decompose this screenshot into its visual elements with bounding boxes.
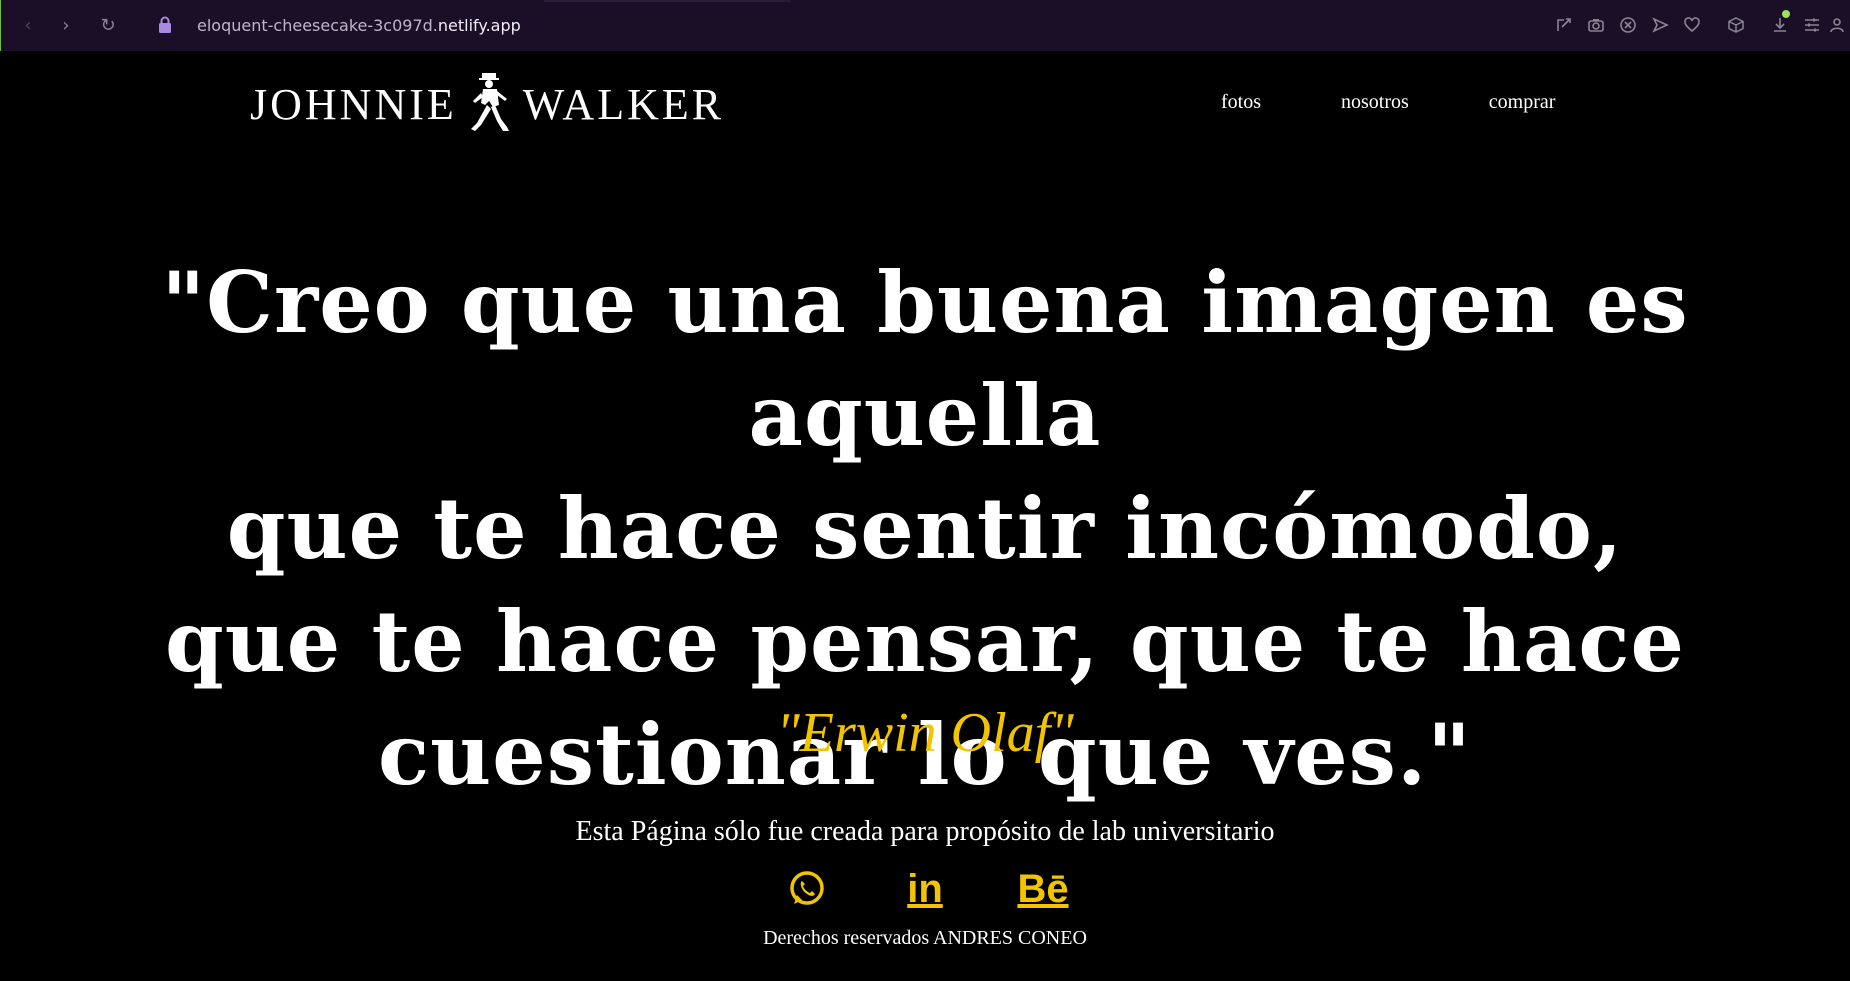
shield-icon[interactable] [1612,12,1644,38]
address-bar[interactable]: eloquent-cheesecake-3c097d.netlify.app [197,16,521,35]
copyright: Derechos reservados ANDRES CONEO [763,927,1087,949]
profile-icon[interactable] [1828,12,1850,38]
chevron-right-icon: › [62,14,70,36]
social-links: in Bē [785,867,1139,911]
tab-indicator [544,0,790,2]
linkedin-icon[interactable]: in [903,867,947,911]
share-icon[interactable] [1548,12,1580,38]
footer-note: Esta Página sólo fue creada para propósi… [575,816,1275,847]
url-path: eloquent-cheesecake-3c097d. [197,16,438,35]
nav-link-nosotros[interactable]: nosotros [1341,91,1409,114]
nav-link-fotos[interactable]: fotos [1221,91,1261,114]
download-badge [1782,10,1790,18]
whatsapp-icon[interactable] [785,867,829,911]
back-button[interactable]: ‹ [17,14,39,36]
main-nav: fotos nosotros comprar [1221,91,1635,114]
logo-word-walker: WALKER [522,79,725,129]
sliders-icon[interactable] [1796,12,1828,38]
url-host: netlify.app [437,16,521,35]
striding-man-icon [470,73,509,131]
heart-icon[interactable] [1676,12,1708,38]
forward-button[interactable]: › [55,14,77,36]
quote-author: "Erwin Olaf" [776,702,1074,764]
send-icon[interactable] [1644,12,1676,38]
nav-link-comprar[interactable]: comprar [1489,91,1556,114]
reload-icon: ↻ [100,14,116,36]
reload-button[interactable]: ↻ [97,14,119,36]
behance-icon[interactable]: Bē [1017,867,1068,911]
browser-tools [1548,10,1850,38]
quote-line-3: que te hace pensar, que te hace [165,592,1685,691]
page: JOHNNIE WALKER fotos nosotros comprar "C… [0,51,1850,981]
browser-toolbar: ‹ › ↻ eloquent-cheesecake-3c097d.netlify… [0,0,1850,51]
logo-word-johnnie: JOHNNIE [250,79,457,129]
chevron-left-icon: ‹ [24,14,32,36]
quote-line-1: "Creo que una buena imagen es aquella [161,253,1689,465]
cube-icon[interactable] [1720,12,1752,38]
brand-logo[interactable]: JOHNNIE WALKER [250,71,724,137]
lock-icon [159,16,171,33]
download-icon[interactable] [1764,10,1796,38]
camera-icon[interactable] [1580,12,1612,38]
quote-line-2: que te hace sentir incómodo, [226,479,1624,578]
